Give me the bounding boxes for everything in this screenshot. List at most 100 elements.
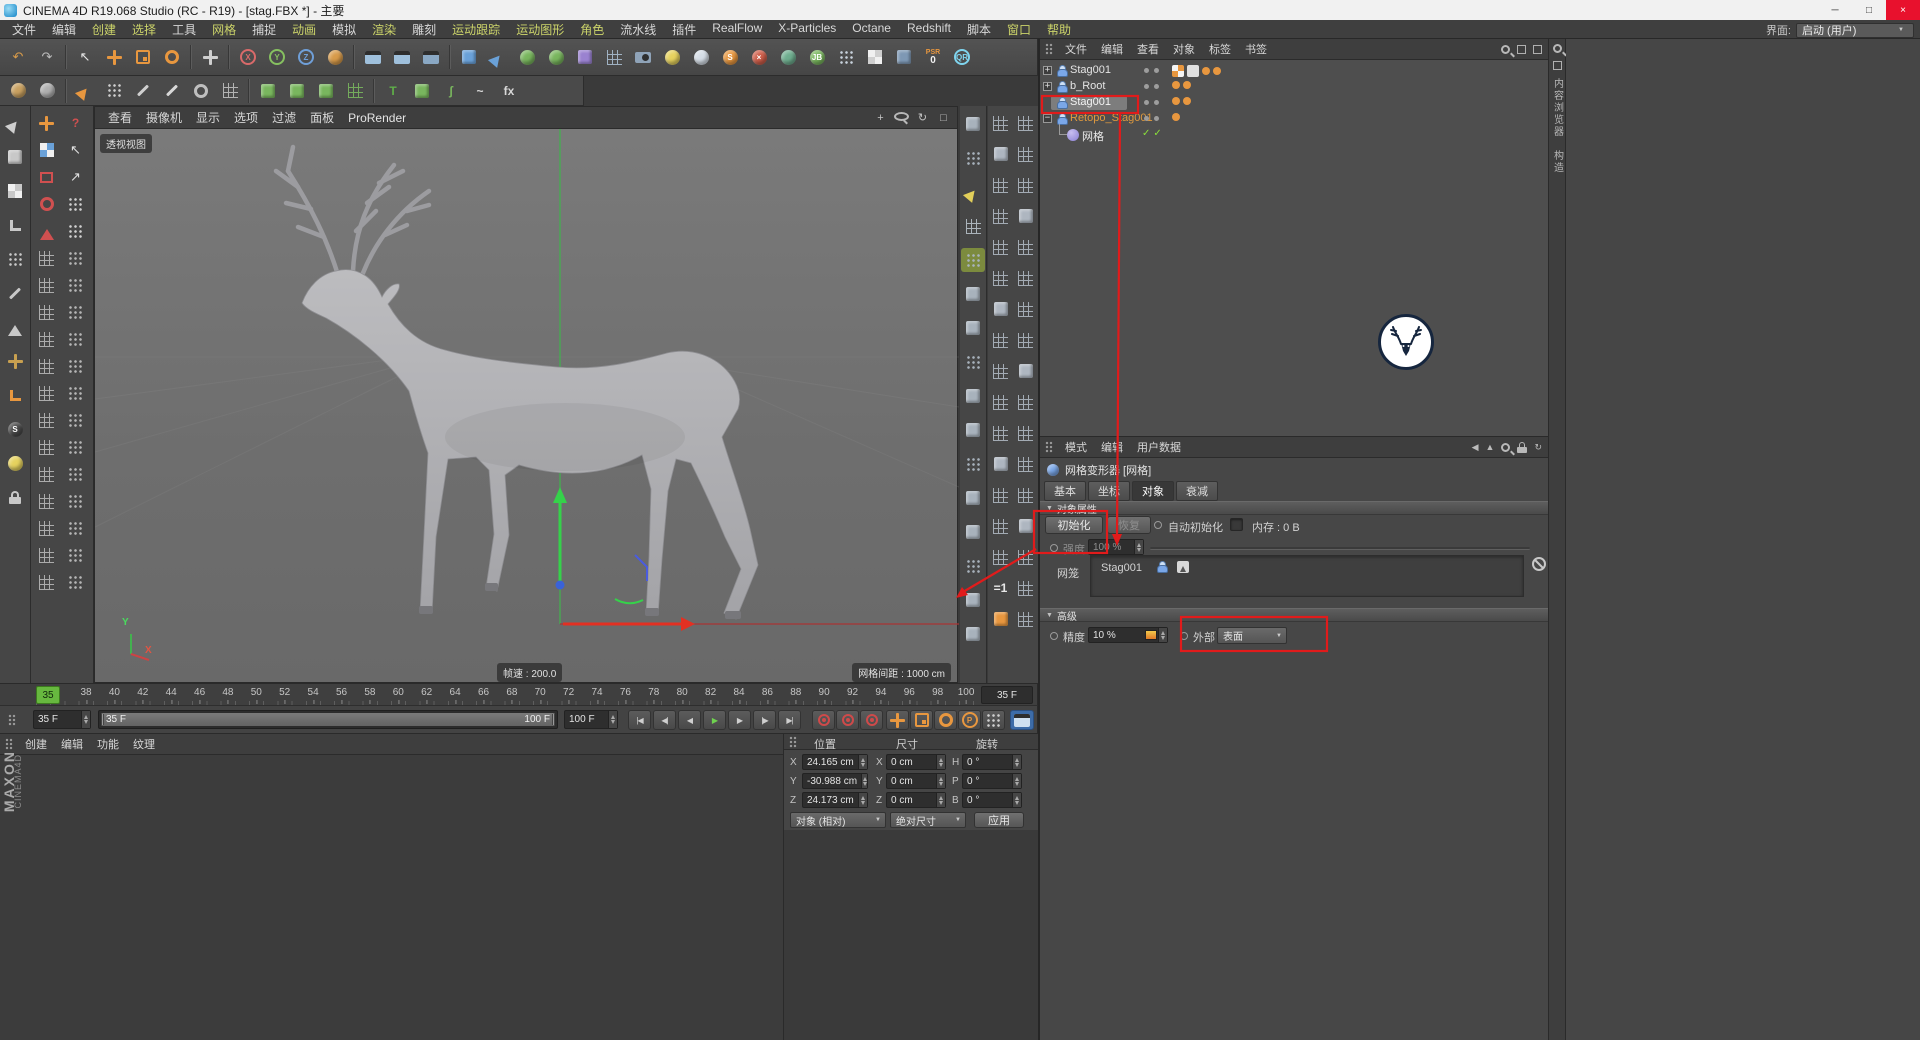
- interface-dropdown[interactable]: 启动 (用户) ▼: [1796, 22, 1914, 38]
- visibility-dots[interactable]: [1144, 116, 1159, 121]
- timeline-tick[interactable]: 86: [762, 687, 773, 704]
- layout-tool-icon[interactable]: [1015, 329, 1037, 351]
- add-subdivision-icon[interactable]: [513, 43, 541, 71]
- modeling-preset-icon[interactable]: [64, 408, 88, 432]
- add-material-icon[interactable]: S: [716, 43, 744, 71]
- autokey-active-button[interactable]: [1010, 710, 1034, 730]
- polygon-mode-icon[interactable]: [3, 315, 27, 339]
- visibility-dots[interactable]: [1144, 100, 1159, 105]
- anim-dot-icon[interactable]: [1180, 632, 1188, 640]
- instance-icon[interactable]: [408, 77, 436, 105]
- attribute-tab[interactable]: 坐标: [1088, 481, 1130, 501]
- qr-icon[interactable]: QR: [948, 43, 976, 71]
- object-manager-menu-item[interactable]: 对象: [1166, 41, 1202, 57]
- pan-view-icon[interactable]: +: [873, 112, 888, 124]
- range-bar[interactable]: [101, 713, 555, 726]
- modeling-preset-icon[interactable]: [64, 489, 88, 513]
- timeline-tick[interactable]: 46: [194, 687, 205, 704]
- viewport-canvas[interactable]: [95, 107, 959, 684]
- start-frame-field[interactable]: 35 F: [33, 710, 91, 729]
- viewport-tool-icon[interactable]: [961, 452, 985, 476]
- material-menu-item[interactable]: 编辑: [54, 736, 90, 752]
- viewport-tool-icon[interactable]: [961, 112, 985, 136]
- coordinate-field[interactable]: 0 cm: [886, 792, 946, 808]
- workplane-lock-icon[interactable]: [3, 383, 27, 407]
- tag-dot-icon[interactable]: [1213, 67, 1221, 75]
- object-name[interactable]: Stag001: [1070, 96, 1111, 108]
- coordinate-field[interactable]: 24.173 cm: [802, 792, 868, 808]
- size-mode-dropdown[interactable]: 绝对尺寸 ▼: [890, 812, 966, 828]
- strength-slider[interactable]: [1150, 547, 1530, 550]
- panel-grip-icon[interactable]: [8, 714, 16, 726]
- modeling-preset-icon[interactable]: [64, 381, 88, 405]
- modeling-preset-icon[interactable]: [35, 354, 59, 378]
- timeline-tick[interactable]: 84: [733, 687, 745, 704]
- play-button[interactable]: ▶: [703, 710, 726, 730]
- search-icon[interactable]: [1501, 44, 1510, 54]
- key-scale-icon[interactable]: [910, 710, 933, 730]
- object-name[interactable]: Retopo_Stag001: [1070, 112, 1153, 124]
- timeline-tick[interactable]: 48: [222, 687, 233, 704]
- menu-item[interactable]: 流水线: [612, 21, 664, 38]
- tag-dot-icon[interactable]: [1172, 97, 1180, 105]
- scale-tool-icon[interactable]: [129, 43, 157, 71]
- mograph-icon[interactable]: [774, 43, 802, 71]
- layout-tool-icon[interactable]: [1015, 577, 1037, 599]
- modeling-preset-icon[interactable]: [35, 408, 59, 432]
- tag-dot-icon[interactable]: [1172, 113, 1180, 121]
- viewport-menu-item[interactable]: 摄像机: [139, 109, 189, 126]
- panel-grip-icon[interactable]: [5, 738, 13, 750]
- menu-item[interactable]: 文件: [4, 21, 44, 38]
- modeling-preset-icon[interactable]: [35, 570, 59, 594]
- matrix-extrude-icon[interactable]: [341, 77, 369, 105]
- viewport-menu-prorender[interactable]: ProRender: [341, 111, 413, 125]
- render-picture-viewer-icon[interactable]: [388, 43, 416, 71]
- accuracy-field[interactable]: 10 %: [1088, 627, 1168, 643]
- workplane-mode-icon[interactable]: [3, 213, 27, 237]
- prev-key-button[interactable]: ◀|: [653, 710, 676, 730]
- layout-tool-icon[interactable]: [1015, 112, 1037, 134]
- record-keyframe-button[interactable]: [812, 710, 835, 730]
- inner-extrude-icon[interactable]: [283, 77, 311, 105]
- model-mode-icon[interactable]: [3, 145, 27, 169]
- layout-tool-icon[interactable]: [990, 453, 1012, 475]
- modeling-preset-icon[interactable]: [35, 327, 59, 351]
- attribute-tab[interactable]: 对象: [1132, 481, 1174, 501]
- text-spline-icon[interactable]: T: [379, 77, 407, 105]
- timeline-tick[interactable]: 92: [847, 687, 858, 704]
- viewport-tool-icon[interactable]: [961, 588, 985, 612]
- viewport-tool-icon[interactable]: [961, 554, 985, 578]
- layout-tool-icon[interactable]: [1015, 515, 1037, 537]
- timeline-tick[interactable]: 98: [932, 687, 943, 704]
- add-shader-icon[interactable]: ×: [745, 43, 773, 71]
- attribute-tab[interactable]: 衰减: [1176, 481, 1218, 501]
- add-deformer-icon[interactable]: [571, 43, 599, 71]
- paint-tool-icon[interactable]: [4, 77, 32, 105]
- menu-item[interactable]: 帮助: [1039, 21, 1079, 38]
- layout-tool-icon[interactable]: [990, 484, 1012, 506]
- menu-item[interactable]: 角色: [572, 21, 612, 38]
- material-menu-item[interactable]: 创建: [18, 736, 54, 752]
- dynamics-checker-icon[interactable]: [861, 43, 889, 71]
- panel-grip-icon[interactable]: [1045, 43, 1053, 55]
- apply-button[interactable]: 应用: [974, 812, 1024, 828]
- edge-mode-icon[interactable]: [3, 281, 27, 305]
- tag-plain-icon[interactable]: [1187, 65, 1199, 77]
- grid-snap-icon[interactable]: [216, 77, 244, 105]
- modeling-preset-icon[interactable]: [64, 435, 88, 459]
- coordinate-field[interactable]: 0 cm: [886, 754, 946, 770]
- timeline-tick[interactable]: 100: [958, 687, 974, 704]
- spline-smooth-icon[interactable]: ~: [466, 77, 494, 105]
- timeline-tick[interactable]: 74: [591, 687, 603, 704]
- anim-dot-icon[interactable]: [1050, 632, 1058, 640]
- object-row[interactable]: Stag001: [1040, 95, 1548, 111]
- timeline-tick[interactable]: 82: [705, 687, 716, 704]
- timeline-tick[interactable]: 80: [677, 687, 688, 704]
- n-gon-lines-icon[interactable]: =1: [990, 577, 1012, 599]
- anim-dot-icon[interactable]: [1050, 544, 1058, 552]
- coordinate-field[interactable]: -30.988 cm: [802, 773, 868, 789]
- timeline-tick[interactable]: 56: [336, 687, 347, 704]
- menu-item[interactable]: 工具: [164, 21, 204, 38]
- point-mode-icon[interactable]: [3, 247, 27, 271]
- modeling-preset-icon[interactable]: [64, 570, 88, 594]
